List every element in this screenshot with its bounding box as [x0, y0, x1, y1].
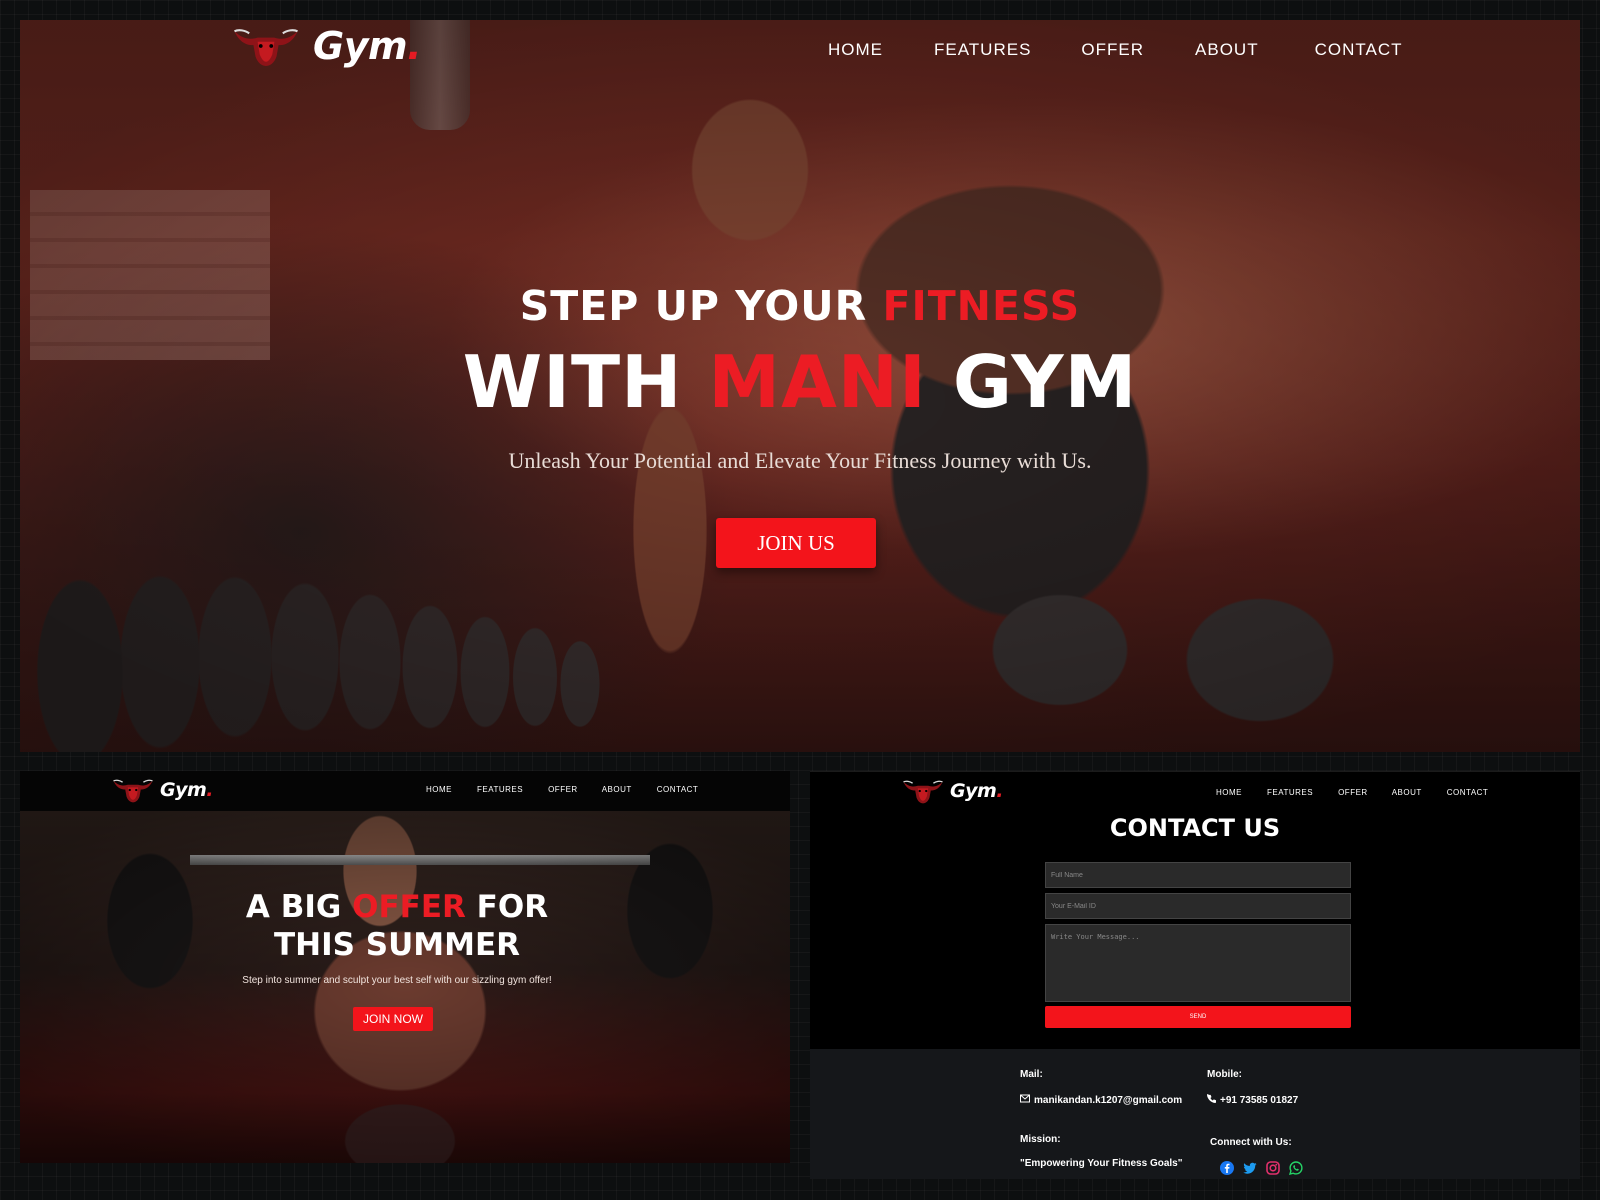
full-name-input[interactable]: [1045, 862, 1351, 888]
send-button[interactable]: SEND: [1045, 1006, 1351, 1028]
brand-name: Gym.: [160, 779, 213, 801]
brand-logo[interactable]: Gym.: [902, 778, 1003, 804]
nav-features[interactable]: FEATURES: [1267, 788, 1313, 797]
instagram-icon[interactable]: [1266, 1161, 1280, 1175]
hero-tagline: Unleash Your Potential and Elevate Your …: [508, 448, 1092, 473]
message-textarea[interactable]: [1045, 924, 1351, 1002]
hero-headline-line2: WITH MANI GYM: [462, 340, 1138, 424]
offer-overlay: [20, 811, 790, 1163]
phone-icon: [1207, 1094, 1216, 1106]
connect-label: Connect with Us:: [1210, 1137, 1292, 1148]
nav-about[interactable]: ABOUT: [1392, 788, 1422, 797]
hero-section: Gym. HOME FEATURES OFFER ABOUT CONTACT S…: [20, 20, 1580, 752]
nav-home[interactable]: HOME: [426, 785, 452, 794]
nav-offer[interactable]: OFFER: [1338, 788, 1368, 797]
brand-logo[interactable]: Gym.: [225, 24, 421, 68]
nav-about[interactable]: ABOUT: [1195, 40, 1259, 60]
mobile-value[interactable]: +91 73585 01827: [1207, 1094, 1298, 1106]
main-nav: HOME FEATURES OFFER ABOUT CONTACT: [828, 40, 1403, 60]
hero-headline-line1: STEP UP YOUR FITNESS: [519, 282, 1081, 330]
offer-headline-line2: THIS SUMMER: [274, 927, 520, 963]
nav-contact[interactable]: CONTACT: [657, 785, 699, 794]
contact-section: Gym. HOME FEATURES OFFER ABOUT CONTACT C…: [810, 771, 1580, 1179]
nav-home[interactable]: HOME: [828, 40, 883, 60]
main-nav: HOME FEATURES OFFER ABOUT CONTACT: [426, 785, 698, 794]
brand-name: Gym.: [950, 780, 1003, 802]
bull-logo-icon: [112, 777, 154, 803]
envelope-icon: [1020, 1094, 1030, 1106]
nav-home[interactable]: HOME: [1216, 788, 1242, 797]
join-now-button[interactable]: JOIN NOW: [353, 1007, 433, 1031]
brand-name: Gym.: [313, 24, 421, 68]
nav-contact[interactable]: CONTACT: [1447, 788, 1489, 797]
nav-features[interactable]: FEATURES: [477, 785, 523, 794]
main-nav: HOME FEATURES OFFER ABOUT CONTACT: [1216, 788, 1488, 797]
nav-offer[interactable]: OFFER: [1081, 40, 1144, 60]
mission-value: "Empowering Your Fitness Goals": [1020, 1158, 1183, 1169]
mission-label: Mission:: [1020, 1134, 1061, 1145]
join-us-button[interactable]: JOIN US: [716, 518, 876, 568]
social-links: [1220, 1161, 1303, 1175]
brand-logo[interactable]: Gym.: [112, 777, 213, 803]
contact-footer: Mail: manikandan.k1207@gmail.com Mobile:…: [810, 1049, 1580, 1179]
twitter-icon[interactable]: [1243, 1161, 1257, 1175]
contact-title: CONTACT US: [1109, 814, 1281, 842]
mail-value[interactable]: manikandan.k1207@gmail.com: [1020, 1094, 1182, 1106]
facebook-icon[interactable]: [1220, 1161, 1234, 1175]
nav-contact[interactable]: CONTACT: [1315, 40, 1403, 60]
nav-offer[interactable]: OFFER: [548, 785, 578, 794]
mobile-label: Mobile:: [1207, 1069, 1242, 1080]
offer-headline-line1: A BIG OFFER FOR: [245, 889, 549, 925]
mail-label: Mail:: [1020, 1069, 1043, 1080]
bull-logo-icon: [225, 25, 307, 67]
offer-subtitle: Step into summer and sculpt your best se…: [242, 975, 552, 986]
nav-about[interactable]: ABOUT: [602, 785, 632, 794]
offer-section: Gym. HOME FEATURES OFFER ABOUT CONTACT A…: [20, 771, 790, 1163]
whatsapp-icon[interactable]: [1288, 1161, 1303, 1175]
bull-logo-icon: [902, 778, 944, 804]
nav-features[interactable]: FEATURES: [934, 40, 1031, 60]
email-input[interactable]: [1045, 893, 1351, 919]
